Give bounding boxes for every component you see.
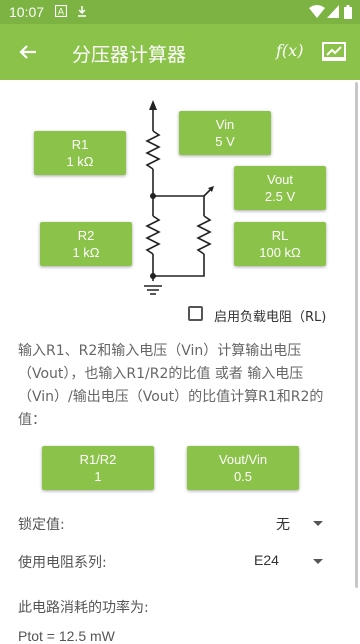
r1-value: 1 kΩ bbox=[66, 154, 94, 169]
download-icon bbox=[78, 6, 86, 17]
ratio-vout-vin-button[interactable]: Vout/Vin 0.5 bbox=[187, 446, 299, 490]
rl-label: RL bbox=[271, 228, 289, 243]
app-bar: 分压器计算器 f(x) bbox=[0, 24, 360, 80]
r1-button[interactable]: R1 1 kΩ bbox=[34, 131, 126, 175]
load-resistor-label: 启用负载电阻（RL) bbox=[214, 310, 327, 325]
chevron-down-icon bbox=[313, 521, 323, 526]
power-label: 此电路消耗的功率为: bbox=[18, 600, 149, 616]
rl-value: 100 kΩ bbox=[259, 245, 301, 260]
r2-label: R2 bbox=[77, 228, 95, 243]
vin-value: 5 V bbox=[215, 134, 235, 149]
ratio-v-value: 0.5 bbox=[233, 469, 253, 484]
ratio-v-label: Vout/Vin bbox=[218, 452, 268, 467]
r2-value: 1 kΩ bbox=[72, 245, 100, 260]
ratio-r-value: 1 bbox=[94, 469, 102, 484]
wifi-icon bbox=[309, 5, 325, 18]
load-resistor-checkbox[interactable] bbox=[188, 306, 203, 321]
resistor-series-dropdown[interactable]: E24 bbox=[250, 550, 330, 574]
vout-button[interactable]: Vout 2.5 V bbox=[234, 166, 326, 210]
back-arrow-icon[interactable] bbox=[14, 38, 42, 66]
vout-label: Vout bbox=[266, 172, 294, 187]
chart-icon[interactable] bbox=[322, 42, 346, 62]
a-box-icon: A bbox=[55, 5, 67, 17]
r1-label: R1 bbox=[71, 137, 89, 152]
description-text: 输入R1、R2和输入电压（Vin）计算输出电压（Vout），也输入R1/R2的比… bbox=[18, 343, 324, 428]
battery-icon bbox=[344, 5, 352, 19]
chevron-down-icon bbox=[313, 559, 323, 564]
resistor-series-label: 使用电阻系列: bbox=[18, 555, 107, 571]
r2-button[interactable]: R2 1 kΩ bbox=[40, 222, 132, 266]
status-bar: 10:07 A bbox=[0, 0, 360, 24]
rl-button[interactable]: RL 100 kΩ bbox=[234, 222, 326, 266]
ratio-r-label: R1/R2 bbox=[79, 452, 117, 467]
status-time: 10:07 bbox=[9, 4, 45, 20]
scrollbar[interactable] bbox=[355, 82, 358, 588]
ratio-r1-r2-button[interactable]: R1/R2 1 bbox=[42, 446, 154, 490]
vin-label: Vin bbox=[215, 117, 235, 132]
lock-value-selected: 无 bbox=[276, 516, 290, 532]
page-title: 分压器计算器 bbox=[72, 44, 187, 66]
signal-icon bbox=[327, 5, 339, 18]
svg-text:A: A bbox=[58, 8, 65, 18]
function-icon[interactable]: f(x) bbox=[276, 41, 303, 60]
vin-button[interactable]: Vin 5 V bbox=[179, 111, 271, 155]
lock-value-dropdown[interactable]: 无 bbox=[270, 512, 330, 536]
vout-value: 2.5 V bbox=[264, 189, 296, 204]
resistor-series-selected: E24 bbox=[254, 552, 279, 568]
lock-value-label: 锁定值: bbox=[18, 517, 65, 533]
power-value: Ptot = 12.5 mW bbox=[18, 628, 115, 644]
